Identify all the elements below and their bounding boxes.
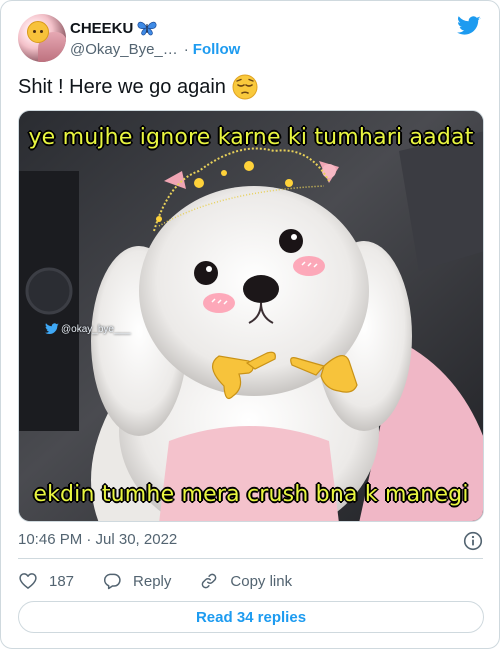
display-name[interactable]: CHEEKU: [70, 20, 133, 37]
info-icon[interactable]: [463, 531, 483, 551]
meme-caption-top: ye mujhe ignore karne ki tumhari aadat: [28, 125, 474, 150]
timestamp-link[interactable]: 10:46 PM · Jul 30, 2022: [18, 531, 177, 548]
copy-link-button[interactable]: Copy link: [199, 571, 292, 591]
like-count: 187: [49, 572, 75, 590]
tweet-text-content: Shit ! Here we go again: [18, 76, 226, 98]
tweet-header: CHEEKU @Okay_Bye_… · Follow: [18, 14, 483, 64]
reply-button[interactable]: Reply: [102, 571, 171, 591]
tweet-text: Shit ! Here we go again: [18, 74, 258, 100]
name-row: CHEEKU: [70, 18, 240, 38]
watermark-text: @okay_bye___: [61, 323, 131, 335]
author-info: CHEEKU @Okay_Bye_… · Follow: [70, 18, 240, 59]
tweet-embed-card: CHEEKU @Okay_Bye_… · Follow Shit ! Here …: [0, 0, 500, 649]
copy-link-label: Copy link: [230, 572, 293, 590]
read-replies-button[interactable]: Read 34 replies: [18, 601, 484, 633]
avatar[interactable]: [18, 14, 66, 62]
handle-row: @Okay_Bye_… · Follow: [70, 39, 240, 59]
heart-icon: [19, 573, 37, 589]
divider: [18, 558, 483, 559]
butterfly-icon: [137, 21, 157, 36]
like-button[interactable]: 187: [18, 571, 74, 591]
image-watermark: @okay_bye___: [45, 323, 131, 335]
twitter-bird-watermark-icon: [45, 323, 59, 335]
tweet-actions: 187 Reply Copy link: [18, 569, 320, 593]
link-icon: [202, 573, 217, 589]
separator-dot: ·: [183, 40, 189, 58]
puppy-meme-illustration: [19, 111, 483, 521]
pensive-face-emoji: [232, 74, 258, 100]
follow-button[interactable]: Follow: [193, 41, 241, 58]
author-handle[interactable]: @Okay_Bye_…: [70, 41, 178, 58]
avatar-face: [27, 21, 49, 43]
tweet-media-image[interactable]: ye mujhe ignore karne ki tumhari aadat @…: [18, 110, 484, 522]
twitter-bird-icon[interactable]: [457, 16, 481, 36]
tweet-meta: 10:46 PM · Jul 30, 2022: [18, 531, 483, 551]
reply-bubble-icon: [104, 573, 121, 590]
meme-caption-bottom: ekdin tumhe mera crush bna k manegi: [33, 482, 469, 507]
reply-label: Reply: [133, 572, 172, 590]
